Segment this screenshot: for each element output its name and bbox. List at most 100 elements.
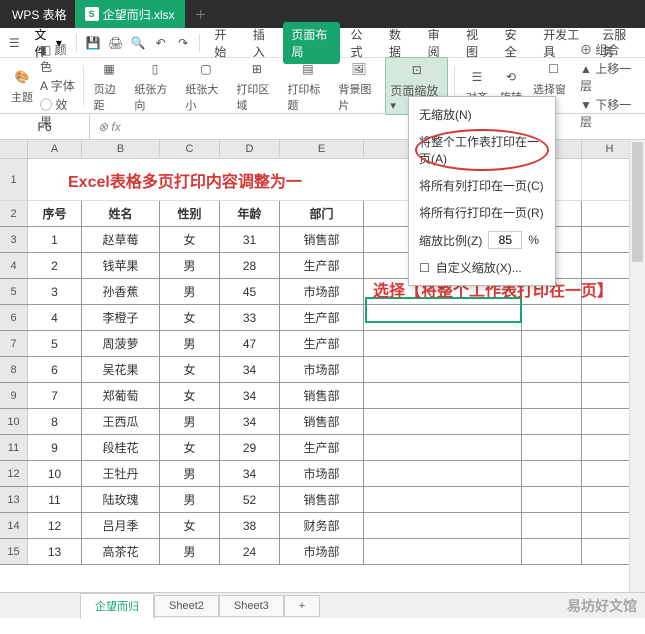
menu-insert[interactable]: 插入 <box>245 26 282 60</box>
menu-formula[interactable]: 公式 <box>342 26 379 60</box>
cell[interactable]: 吕月季 <box>82 513 160 538</box>
cell[interactable]: 钱苹果 <box>82 253 160 278</box>
cell[interactable]: 序号 <box>28 201 82 226</box>
cell[interactable] <box>364 409 522 434</box>
pagesize-button[interactable]: ▢纸张大小 <box>181 59 230 113</box>
save-icon[interactable]: 💾 <box>83 31 104 55</box>
orientation-button[interactable]: ▯纸张方向 <box>130 59 179 113</box>
cell[interactable]: 赵草莓 <box>82 227 160 252</box>
row-header[interactable]: 8 <box>0 357 28 382</box>
cell[interactable]: 陆玫瑰 <box>82 487 160 512</box>
menu-data[interactable]: 数据 <box>381 26 418 60</box>
cell[interactable] <box>522 539 582 564</box>
cell[interactable]: 销售部 <box>280 409 364 434</box>
row-header[interactable]: 14 <box>0 513 28 538</box>
cell[interactable]: 11 <box>28 487 82 512</box>
menu-view[interactable]: 视图 <box>458 26 495 60</box>
row-header[interactable]: 1 <box>0 159 28 200</box>
row-header[interactable]: 11 <box>0 435 28 460</box>
cell[interactable] <box>522 331 582 356</box>
col-header[interactable]: C <box>160 140 220 158</box>
dd-fit-cols[interactable]: 将所有列打印在一页(C) <box>409 172 555 199</box>
theme-button[interactable]: 🎨主题 <box>6 67 38 105</box>
add-sheet-button[interactable]: + <box>284 595 320 617</box>
row-header[interactable]: 10 <box>0 409 28 434</box>
cell[interactable] <box>364 513 522 538</box>
cell[interactable]: 女 <box>160 435 220 460</box>
cell[interactable]: 男 <box>160 279 220 304</box>
cell[interactable]: 31 <box>220 227 280 252</box>
cell[interactable]: 29 <box>220 435 280 460</box>
cell[interactable]: 12 <box>28 513 82 538</box>
printarea-button[interactable]: ⊞打印区域 <box>232 59 281 113</box>
dd-custom[interactable]: ☐ 自定义缩放(X)... <box>409 254 555 281</box>
preview-icon[interactable]: 🔍 <box>128 31 149 55</box>
cell[interactable]: 34 <box>220 383 280 408</box>
cell[interactable]: 8 <box>28 409 82 434</box>
cell[interactable]: 34 <box>220 461 280 486</box>
redo-icon[interactable]: ↷ <box>173 31 194 55</box>
cell[interactable]: 市场部 <box>280 461 364 486</box>
cell[interactable]: 33 <box>220 305 280 330</box>
cell[interactable]: 10 <box>28 461 82 486</box>
cell[interactable]: 销售部 <box>280 383 364 408</box>
cell[interactable]: 姓名 <box>82 201 160 226</box>
cell[interactable]: 男 <box>160 539 220 564</box>
cell[interactable]: 3 <box>28 279 82 304</box>
cell[interactable]: 市场部 <box>280 539 364 564</box>
cell[interactable]: 13 <box>28 539 82 564</box>
cell[interactable] <box>364 539 522 564</box>
cell[interactable] <box>364 305 522 330</box>
cell[interactable] <box>522 409 582 434</box>
cell[interactable]: 市场部 <box>280 279 364 304</box>
cell[interactable] <box>522 305 582 330</box>
cell[interactable]: 吴花果 <box>82 357 160 382</box>
cell[interactable]: 性别 <box>160 201 220 226</box>
cell[interactable]: 销售部 <box>280 487 364 512</box>
cell[interactable] <box>364 331 522 356</box>
row-header[interactable]: 15 <box>0 539 28 564</box>
fx-icon[interactable]: ⊗ fx <box>90 120 129 134</box>
cell[interactable]: 9 <box>28 435 82 460</box>
cell[interactable]: 女 <box>160 513 220 538</box>
cell[interactable]: 2 <box>28 253 82 278</box>
cell[interactable]: 财务部 <box>280 513 364 538</box>
cell[interactable]: 生产部 <box>280 253 364 278</box>
cell[interactable]: 4 <box>28 305 82 330</box>
cell[interactable] <box>364 383 522 408</box>
col-header[interactable]: B <box>82 140 160 158</box>
cell[interactable]: 王西瓜 <box>82 409 160 434</box>
cell[interactable]: 45 <box>220 279 280 304</box>
row-header[interactable]: 13 <box>0 487 28 512</box>
cell[interactable]: 男 <box>160 331 220 356</box>
dd-fit-rows[interactable]: 将所有行打印在一页(R) <box>409 199 555 226</box>
row-header[interactable]: 5 <box>0 279 28 304</box>
margins-button[interactable]: ▦页边距 <box>90 59 129 113</box>
row-header[interactable]: 12 <box>0 461 28 486</box>
cell[interactable] <box>522 383 582 408</box>
cell[interactable]: 部门 <box>280 201 364 226</box>
cell[interactable]: 1 <box>28 227 82 252</box>
row-header[interactable]: 3 <box>0 227 28 252</box>
cell[interactable]: 6 <box>28 357 82 382</box>
cell[interactable]: 李橙子 <box>82 305 160 330</box>
menu-security[interactable]: 安全 <box>497 26 534 60</box>
cell[interactable]: 男 <box>160 487 220 512</box>
col-header[interactable]: E <box>280 140 364 158</box>
row-header[interactable]: 6 <box>0 305 28 330</box>
cell[interactable]: 男 <box>160 461 220 486</box>
sheet-tab[interactable]: Sheet3 <box>219 595 284 617</box>
cell[interactable]: 女 <box>160 357 220 382</box>
menu-start[interactable]: 开始 <box>206 26 243 60</box>
print-icon[interactable]: 🖨 <box>105 31 126 55</box>
cell[interactable] <box>522 487 582 512</box>
cell[interactable] <box>364 435 522 460</box>
dd-no-scale[interactable]: 无缩放(N) <box>409 101 555 128</box>
cell[interactable]: 年龄 <box>220 201 280 226</box>
cell[interactable]: 周菠萝 <box>82 331 160 356</box>
dd-fit-sheet[interactable]: 将整个工作表打印在一页(A) <box>409 128 555 172</box>
combine-button[interactable]: ⊕ 组合 <box>580 41 639 58</box>
cell[interactable]: 销售部 <box>280 227 364 252</box>
col-header[interactable]: D <box>220 140 280 158</box>
row-header[interactable]: 4 <box>0 253 28 278</box>
